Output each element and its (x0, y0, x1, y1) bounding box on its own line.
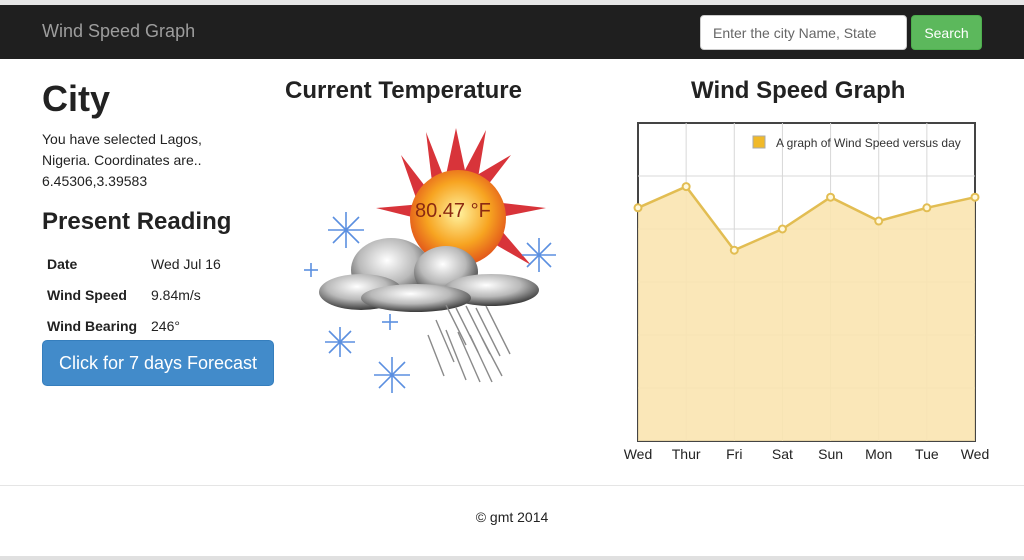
x-axis-labels: Wed Thur Fri Sat Sun Mon Tue Wed (624, 446, 990, 462)
bottom-border (0, 556, 1024, 560)
navbar-brand[interactable]: Wind Speed Graph (42, 21, 195, 42)
table-row: Wind Speed 9.84m/s (42, 279, 226, 310)
table-row: Wind Bearing 246° (42, 310, 226, 341)
date-value: Wed Jul 16 (151, 255, 221, 272)
weather-sun-cloud-snow-icon (304, 128, 556, 393)
data-point (777, 224, 787, 234)
x-tick-label: Sun (818, 446, 843, 462)
chart-legend: A graph of Wind Speed versus day (752, 135, 961, 150)
data-point (922, 203, 932, 213)
forecast-button[interactable]: Click for 7 days Forecast (42, 340, 274, 386)
data-point (633, 203, 643, 213)
data-point (729, 245, 739, 255)
x-tick-label: Wed (624, 446, 653, 462)
present-reading-title: Present Reading (42, 208, 232, 235)
legend-label: A graph of Wind Speed versus day (776, 136, 961, 150)
x-tick-label: Fri (726, 446, 742, 462)
search-button[interactable]: Search (911, 15, 982, 50)
date-label: Date (47, 255, 78, 272)
data-point (874, 216, 884, 226)
footer-text: © gmt 2014 (475, 509, 549, 525)
data-point (826, 192, 836, 202)
selected-city-text: You have selected Lagos, Nigeria. Coordi… (42, 131, 202, 189)
city-title: City (42, 78, 111, 119)
city-search-input[interactable] (700, 15, 907, 50)
temperature-value: 80.47 °F (415, 200, 491, 222)
wind-speed-label: Wind Speed (47, 286, 127, 303)
wind-speed-value: 9.84m/s (151, 286, 201, 303)
rain-icon (427, 304, 511, 383)
x-tick-label: Tue (915, 446, 939, 462)
current-temperature-title: Current Temperature (285, 77, 522, 104)
data-point (970, 192, 980, 202)
wind-bearing-value: 246° (151, 317, 180, 334)
x-tick-label: Wed (961, 446, 990, 462)
table-row: Date Wed Jul 16 (42, 248, 226, 279)
footer-divider (0, 485, 1024, 486)
x-tick-label: Sat (772, 446, 793, 462)
data-point (681, 182, 691, 192)
legend-swatch (752, 135, 766, 149)
wind-speed-chart: Wed Thur Fri Sat Sun Mon Tue Wed A graph of Win… (624, 122, 990, 462)
navbar: Wind Speed Graph Search (0, 0, 1024, 59)
wind-speed-graph-title: Wind Speed Graph (691, 77, 906, 104)
present-reading-table: Date Wed Jul 16 Wind Speed 9.84m/s Wind … (42, 248, 226, 341)
x-tick-label: Mon (865, 446, 892, 462)
wind-bearing-label: Wind Bearing (47, 317, 138, 334)
series-area (638, 186, 975, 441)
x-tick-label: Thur (672, 446, 701, 462)
